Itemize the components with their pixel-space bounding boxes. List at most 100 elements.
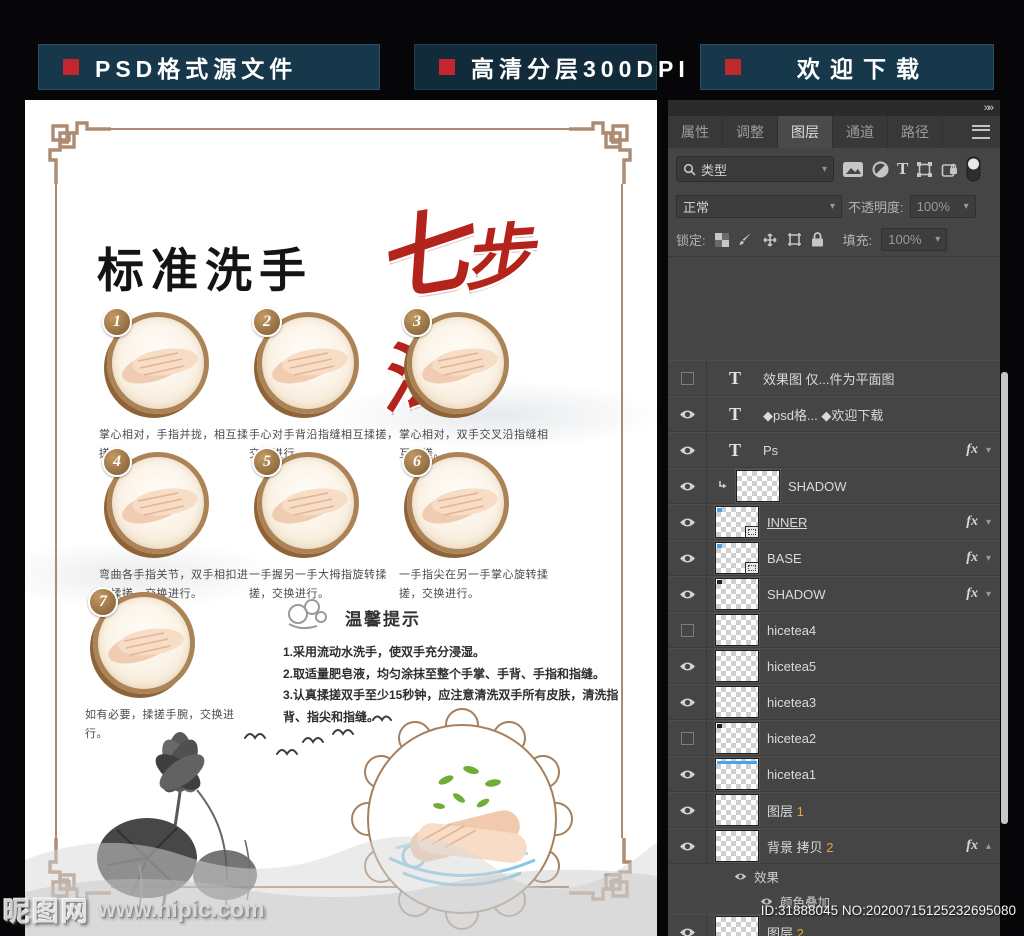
layer-thumbnail[interactable] xyxy=(715,542,759,574)
tab-通道[interactable]: 通道 xyxy=(833,116,888,148)
layer-filter-select[interactable]: 类型 ▾ xyxy=(676,156,834,182)
layer-name[interactable]: SHADOW xyxy=(767,587,826,602)
visibility-eye-icon[interactable] xyxy=(668,432,707,468)
layer-row[interactable]: 背景 拷贝 2 fx ▴ xyxy=(668,828,1000,864)
chevron-down-icon: ▾ xyxy=(829,201,835,212)
visibility-eye-icon[interactable] xyxy=(668,576,707,612)
blend-mode-select[interactable]: 正常 ▾ xyxy=(676,195,842,218)
layer-thumbnail[interactable] xyxy=(715,614,759,646)
cloud-scroll-icon xyxy=(288,599,327,630)
layer-row[interactable]: 图层 1 xyxy=(668,792,1000,828)
visibility-checkbox[interactable] xyxy=(668,612,707,648)
layer-thumbnail[interactable] xyxy=(715,758,759,790)
tab-图层[interactable]: 图层 xyxy=(778,116,833,148)
layer-name[interactable]: hicetea4 xyxy=(767,623,816,638)
visibility-eye-icon[interactable] xyxy=(734,872,747,881)
filter-smart-object-icon[interactable] xyxy=(941,161,958,178)
hands-illustration xyxy=(260,331,356,395)
fill-select[interactable]: 100% ▾ xyxy=(881,228,948,251)
opacity-select[interactable]: 100% ▾ xyxy=(909,195,976,218)
layer-name[interactable]: BASE xyxy=(767,551,802,566)
visibility-eye-icon[interactable] xyxy=(668,468,707,504)
chevron-down-icon[interactable]: ▾ xyxy=(986,589,991,600)
tab-路径[interactable]: 路径 xyxy=(888,116,943,148)
panel-collapse-bar[interactable]: » » xyxy=(668,100,1000,116)
visibility-eye-icon[interactable] xyxy=(668,684,707,720)
layer-name[interactable]: 图层 1 xyxy=(767,801,804,820)
visibility-eye-icon[interactable] xyxy=(668,828,707,864)
layer-thumbnail[interactable] xyxy=(715,686,759,718)
layer-row[interactable]: T 效果图 仅...件为平面图 xyxy=(668,360,1000,396)
layer-thumbnail[interactable] xyxy=(715,722,759,754)
visibility-eye-icon[interactable] xyxy=(668,648,707,684)
layer-effect-subrow[interactable]: 效果 xyxy=(668,864,1000,889)
lock-pixels-brush-icon[interactable] xyxy=(738,232,753,247)
filtering-toggle[interactable] xyxy=(966,156,981,182)
handwash-step-4: 4弯曲各手指关节，双手相扣进行揉搓，交换进行。 xyxy=(97,447,257,605)
tab-调整[interactable]: 调整 xyxy=(723,116,778,148)
visibility-eye-icon[interactable] xyxy=(668,914,707,936)
layer-name[interactable]: Ps xyxy=(763,443,778,458)
layer-row[interactable]: hicetea2 xyxy=(668,720,1000,756)
layer-thumbnail[interactable] xyxy=(715,578,759,610)
lock-position-move-icon[interactable] xyxy=(762,232,778,248)
layer-name[interactable]: hicetea3 xyxy=(767,695,816,710)
layer-name[interactable]: 效果图 仅...件为平面图 xyxy=(763,369,894,388)
lock-transparency-icon[interactable] xyxy=(714,232,729,247)
layer-name[interactable]: SHADOW xyxy=(788,479,847,494)
layer-name[interactable]: hicetea2 xyxy=(767,731,816,746)
lock-all-icon[interactable] xyxy=(811,232,824,247)
layer-thumbnail[interactable] xyxy=(715,650,759,682)
visibility-eye-icon[interactable] xyxy=(668,756,707,792)
panel-scrollbar-thumb[interactable] xyxy=(1001,372,1008,824)
layer-thumbnail[interactable] xyxy=(715,916,759,936)
collapse-panel-icon[interactable]: » xyxy=(988,102,994,114)
tips-title: 温馨提示 xyxy=(345,610,421,629)
chevron-down-icon[interactable]: ▾ xyxy=(986,553,991,564)
visibility-eye-icon[interactable] xyxy=(668,540,707,576)
layer-row[interactable]: SHADOW xyxy=(668,468,1000,504)
layer-row[interactable]: BASE fx ▾ xyxy=(668,540,1000,576)
layer-row[interactable]: SHADOW fx ▾ xyxy=(668,576,1000,612)
layer-name[interactable]: INNER xyxy=(767,515,807,530)
visibility-checkbox[interactable] xyxy=(668,720,707,756)
chevron-up-icon[interactable]: ▴ xyxy=(986,841,991,852)
layer-row[interactable]: hicetea1 xyxy=(668,756,1000,792)
filter-adjustment-layers-icon[interactable] xyxy=(872,161,889,178)
filter-type-layers-icon[interactable]: T xyxy=(897,159,908,179)
layer-row[interactable]: INNER fx ▾ xyxy=(668,504,1000,540)
layer-thumbnail[interactable] xyxy=(715,794,759,826)
layer-effects-fx[interactable]: fx xyxy=(966,514,978,530)
red-square-icon xyxy=(439,59,455,75)
filter-pixel-layers-icon[interactable] xyxy=(842,161,864,178)
filter-shape-layers-icon[interactable] xyxy=(916,161,933,178)
layer-effects-fx[interactable]: fx xyxy=(966,838,978,854)
layer-effects-fx[interactable]: fx xyxy=(966,550,978,566)
lock-artboard-icon[interactable] xyxy=(787,232,802,247)
layer-thumbnail[interactable] xyxy=(736,470,780,502)
layer-row[interactable]: hicetea5 xyxy=(668,648,1000,684)
layer-name[interactable]: hicetea1 xyxy=(767,767,816,782)
panel-menu-icon[interactable] xyxy=(972,125,990,139)
layer-row[interactable]: hicetea4 xyxy=(668,612,1000,648)
layer-name[interactable]: hicetea5 xyxy=(767,659,816,674)
layer-row[interactable]: T Ps fx ▾ xyxy=(668,432,1000,468)
layer-effects-fx[interactable]: fx xyxy=(966,586,978,602)
chevron-down-icon[interactable]: ▾ xyxy=(986,517,991,528)
panel-tabs: 属性 调整 图层 通道 路径 xyxy=(668,116,943,148)
tab-属性[interactable]: 属性 xyxy=(668,116,723,148)
layer-name[interactable]: 背景 拷贝 2 xyxy=(767,837,833,856)
layer-name[interactable]: 图层 2 xyxy=(767,923,804,936)
layer-thumbnail[interactable] xyxy=(715,506,759,538)
visibility-eye-icon[interactable] xyxy=(668,396,707,432)
layer-row[interactable]: T ◆psd格... ◆欢迎下载 xyxy=(668,396,1000,432)
layer-row[interactable]: hicetea3 xyxy=(668,684,1000,720)
visibility-checkbox[interactable] xyxy=(668,360,707,396)
visibility-eye-icon[interactable] xyxy=(668,792,707,828)
chevron-down-icon[interactable]: ▾ xyxy=(986,445,991,456)
layer-thumbnail[interactable] xyxy=(715,830,759,862)
layer-name[interactable]: ◆psd格... ◆欢迎下载 xyxy=(763,405,883,424)
visibility-eye-icon[interactable] xyxy=(668,504,707,540)
layer-effects-fx[interactable]: fx xyxy=(966,442,978,458)
chevron-down-icon: ▾ xyxy=(821,163,827,175)
